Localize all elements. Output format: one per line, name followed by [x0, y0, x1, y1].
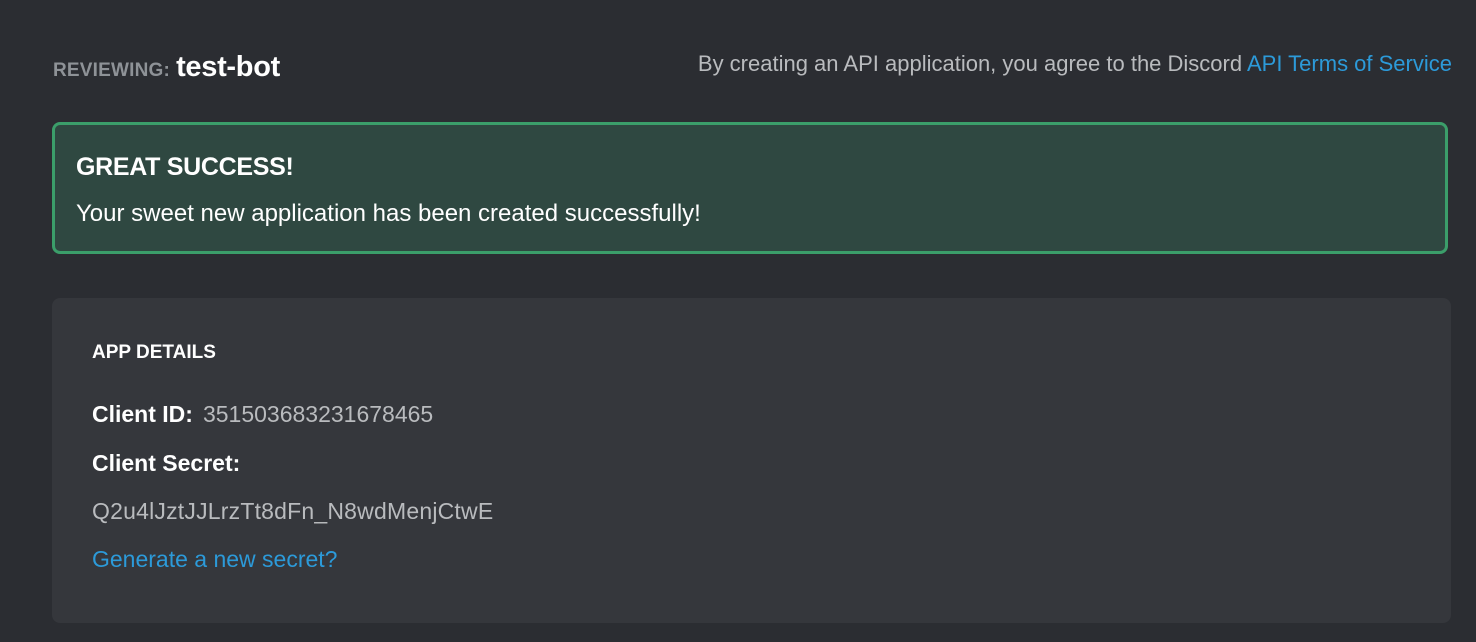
- app-review-page: REVIEWING: test-bot By creating an API a…: [0, 0, 1476, 642]
- tos-text: By creating an API application, you agre…: [697, 51, 1247, 76]
- api-terms-link[interactable]: API Terms of Service: [1247, 51, 1452, 76]
- app-name: test-bot: [176, 51, 280, 83]
- success-alert: GREAT SUCCESS! Your sweet new applicatio…: [52, 122, 1448, 254]
- client-id-value: 351503683231678465: [202, 401, 434, 427]
- reviewing-label: REVIEWING:: [53, 60, 171, 81]
- tos-notice: By creating an API application, you agre…: [698, 51, 1452, 77]
- success-alert-title: GREAT SUCCESS!: [76, 153, 294, 181]
- client-id-row: Client ID: 351503683231678465: [92, 401, 433, 428]
- app-details-panel: APP DETAILS Client ID: 35150368323167846…: [52, 298, 1451, 623]
- reviewing-heading: REVIEWING: test-bot: [53, 51, 280, 84]
- success-alert-message: Your sweet new application has been crea…: [76, 200, 701, 227]
- client-id-label: Client ID:: [92, 401, 193, 427]
- client-secret-label: Client Secret:: [92, 450, 241, 476]
- app-details-title: APP DETAILS: [92, 342, 216, 363]
- page-header: REVIEWING: test-bot By creating an API a…: [53, 46, 1452, 86]
- client-secret-value: Q2u4lJztJJLrzTt8dFn_N8wdMenjCtwE: [92, 498, 494, 524]
- generate-new-secret-link[interactable]: Generate a new secret?: [92, 546, 337, 573]
